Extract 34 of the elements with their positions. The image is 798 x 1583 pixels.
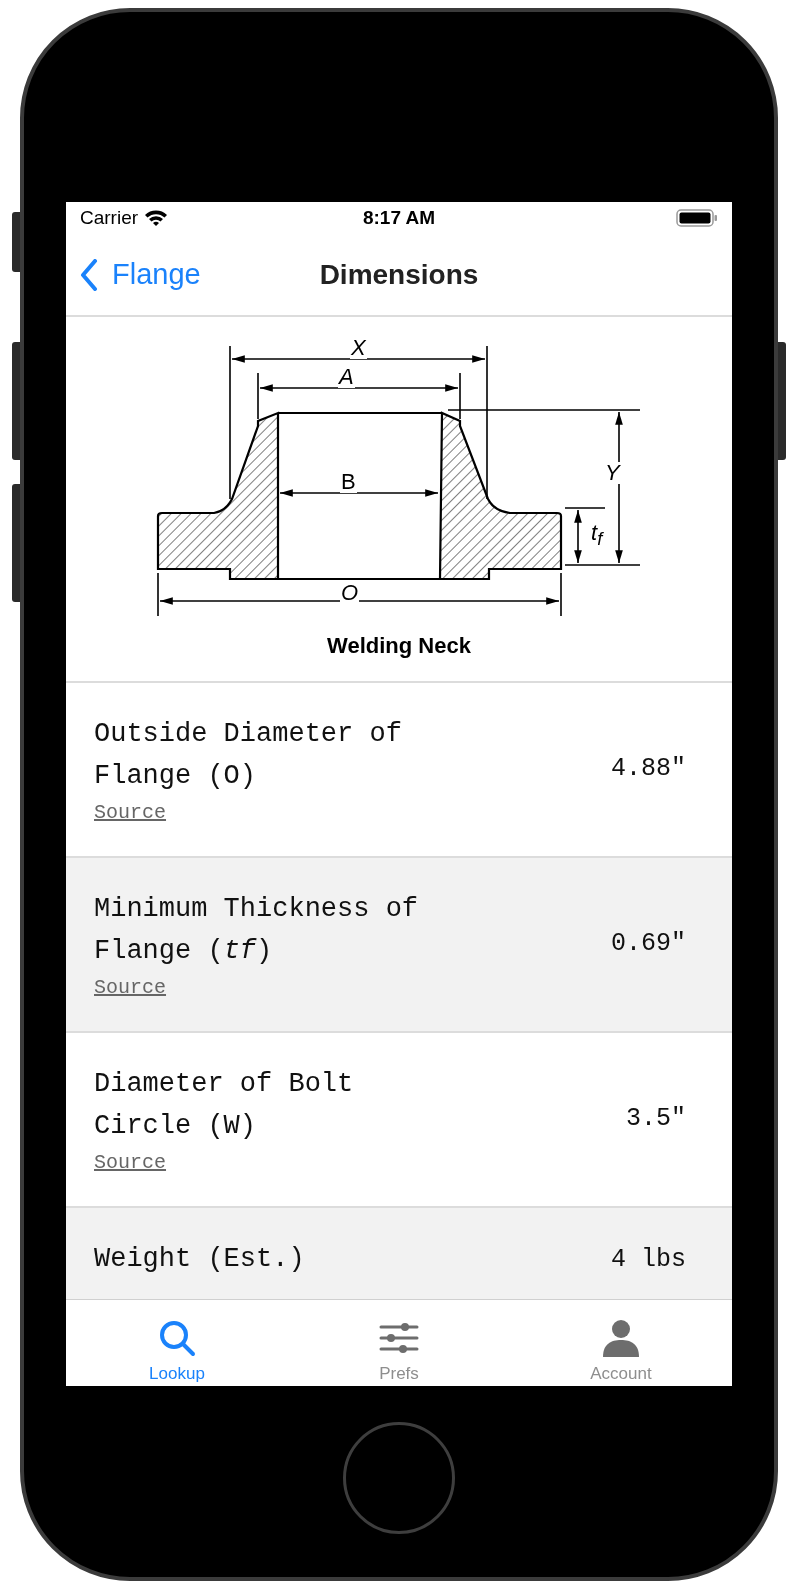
dimension-value: 3.5" (626, 1104, 686, 1133)
screen-title: Dimensions (319, 258, 479, 291)
source-link[interactable]: Source (94, 801, 166, 824)
side-button[interactable] (12, 212, 20, 272)
dimension-label: X (350, 337, 367, 359)
diagram-caption: Welding Neck (327, 633, 471, 659)
back-button[interactable]: Flange (80, 258, 201, 291)
source-link[interactable]: Source (94, 1151, 166, 1174)
tab-bar-item[interactable]: Prefs (288, 1300, 510, 1386)
side-button[interactable] (778, 342, 786, 460)
carrier-label: Carrier (80, 207, 139, 229)
battery-icon (676, 208, 718, 228)
search-icon (157, 1318, 197, 1358)
wifi-icon (144, 209, 169, 227)
tab-bar-item[interactable]: Lookup (66, 1300, 288, 1386)
status-time: 8:17 AM (362, 207, 436, 229)
side-button[interactable] (12, 342, 20, 460)
person-icon (601, 1318, 641, 1358)
dimension-label: A (338, 366, 355, 388)
dimension-value: 4.88" (611, 754, 686, 783)
dimension-label-text: Minimum Thickness of Flange (tf) (94, 893, 420, 968)
tab-bar-item[interactable]: Account (510, 1300, 732, 1386)
side-button[interactable] (12, 484, 20, 602)
dimension-label-text: Weight (Est.) (94, 1243, 306, 1276)
chevron-left-icon (80, 258, 98, 291)
dimension-label-text: Diameter of Bolt Circle (W) (94, 1068, 355, 1143)
home-button[interactable] (343, 1422, 455, 1534)
dimension-label-text: Outside Diameter of Flange (O) (94, 718, 403, 793)
source-link[interactable]: Source (94, 976, 166, 999)
dimension-value: 4 lbs (611, 1244, 686, 1274)
dimension-label: B (340, 471, 357, 493)
dimension-label: Y (604, 462, 621, 484)
dimension-value: 0.69" (611, 929, 686, 958)
dimension-label: O (340, 582, 360, 604)
